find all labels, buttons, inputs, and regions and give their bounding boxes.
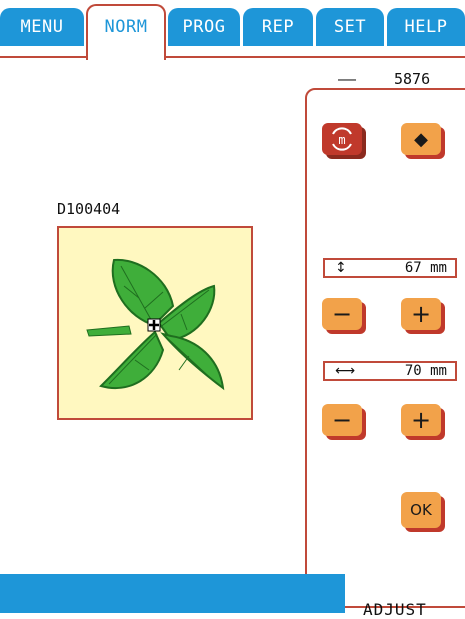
width-readout: ⟷ 70 mm: [323, 361, 457, 381]
tab-help[interactable]: HELP: [387, 8, 465, 46]
vertical-arrow-icon: ↕: [335, 260, 347, 276]
tab-bar: MENU NORM PROG REP SET HELP: [0, 0, 465, 60]
mirror-button[interactable]: m: [322, 123, 362, 155]
tab-menu[interactable]: MENU: [0, 8, 84, 46]
height-value: 67 mm: [404, 260, 447, 276]
counter-dash: ——: [338, 70, 357, 88]
height-increase-button[interactable]: +: [401, 298, 441, 330]
width-decrease-button[interactable]: −: [322, 404, 362, 436]
rotate-icon: ◆: [414, 128, 428, 150]
height-readout: ↕ 67 mm: [323, 258, 457, 278]
svg-text:m: m: [338, 133, 345, 147]
design-name: D100404: [57, 200, 121, 218]
width-value: 70 mm: [404, 363, 447, 379]
horizontal-arrow-icon: ⟷: [335, 363, 356, 379]
leaf-embroidery-image: [86, 258, 225, 391]
mode-label: ADJUST: [363, 600, 427, 619]
status-bar: [0, 574, 345, 613]
design-preview[interactable]: [57, 226, 253, 420]
rotate-button[interactable]: ◆: [401, 123, 441, 155]
height-decrease-button[interactable]: −: [322, 298, 362, 330]
ok-button[interactable]: OK: [401, 492, 441, 528]
mirror-icon: m: [332, 127, 352, 151]
tab-norm[interactable]: NORM: [86, 4, 166, 60]
width-increase-button[interactable]: +: [401, 404, 441, 436]
tab-rep[interactable]: REP: [243, 8, 313, 46]
tab-prog[interactable]: PROG: [168, 8, 240, 46]
adjust-panel: [305, 88, 465, 608]
tab-set[interactable]: SET: [316, 8, 384, 46]
stitch-counter: 5876: [394, 70, 431, 88]
